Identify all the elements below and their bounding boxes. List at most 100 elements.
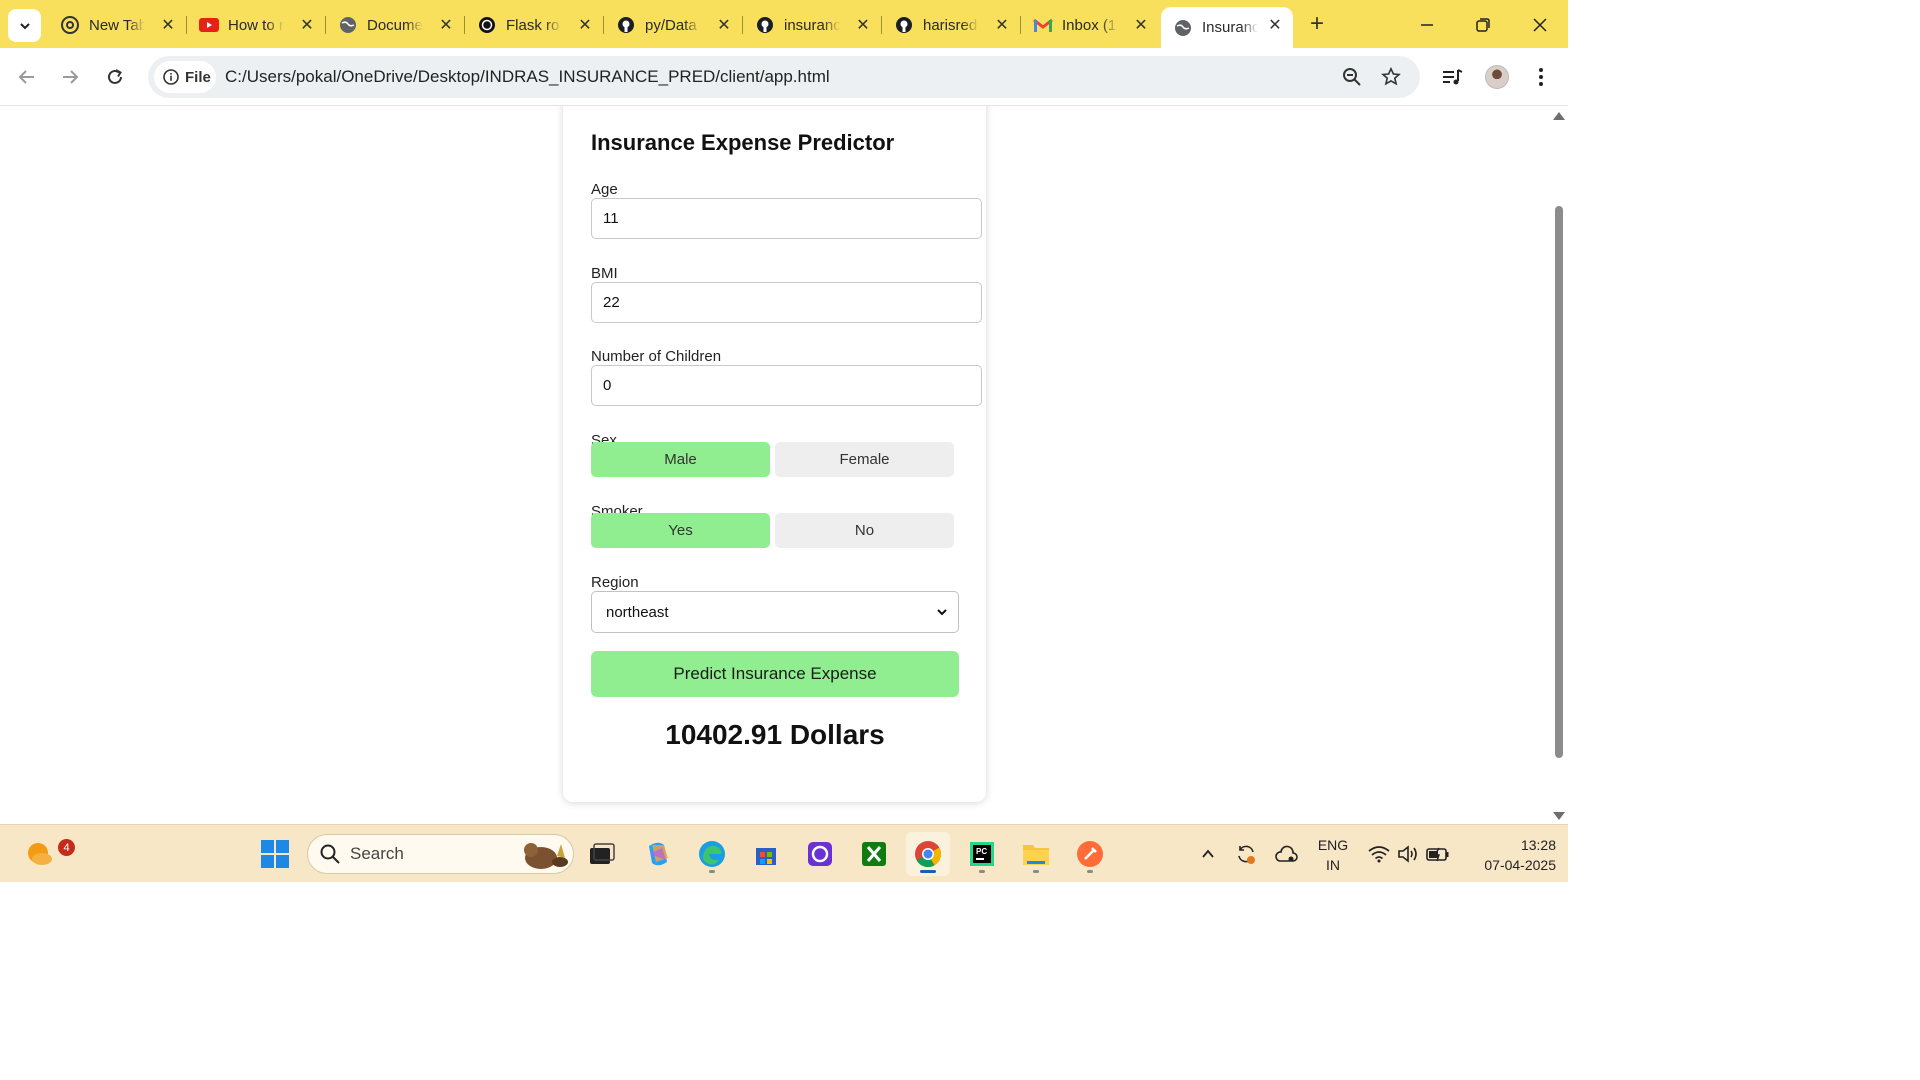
media-control-button[interactable]	[1438, 62, 1468, 92]
close-icon[interactable]: ✕	[714, 15, 734, 35]
onedrive-tray-button[interactable]	[1273, 841, 1299, 867]
weather-widget[interactable]: 4	[18, 831, 75, 875]
close-icon[interactable]: ✕	[158, 15, 178, 35]
chrome-icon	[915, 841, 942, 868]
battery-tray-button[interactable]	[1425, 841, 1451, 867]
file-explorer-button[interactable]	[1014, 832, 1058, 876]
clipchamp-icon	[808, 842, 832, 866]
postman-icon	[1077, 841, 1103, 867]
copilot-button[interactable]	[636, 832, 680, 876]
scroll-up-arrow[interactable]	[1553, 112, 1565, 120]
close-window-button[interactable]	[1520, 10, 1560, 40]
edge-icon	[699, 841, 725, 867]
close-icon[interactable]: ✕	[1131, 15, 1151, 35]
svg-text:PC: PC	[976, 847, 987, 856]
pycharm-icon: PC	[970, 842, 994, 866]
bookmark-button[interactable]	[1379, 65, 1403, 89]
search-label: Search	[350, 844, 404, 863]
page-viewport: Insurance Expense Predictor Age BMI Numb…	[0, 106, 1568, 824]
close-icon	[1533, 18, 1547, 32]
smoker-yes-button[interactable]: Yes	[591, 513, 770, 548]
site-info-chip[interactable]: File	[154, 61, 216, 93]
tab-github-pydata[interactable]: py/Data ✕	[604, 7, 743, 43]
tab-title: New Tab	[89, 16, 145, 34]
restore-button[interactable]	[1463, 10, 1503, 40]
tab-youtube[interactable]: How to r ✕	[187, 7, 326, 43]
task-view-button[interactable]	[580, 832, 624, 876]
region-select[interactable]: northeast	[591, 591, 959, 633]
github-icon	[616, 15, 636, 35]
arrow-right-icon	[63, 70, 79, 84]
new-tab-button[interactable]: +	[1304, 12, 1330, 38]
tab-search-button[interactable]	[8, 9, 41, 42]
globe-icon	[338, 15, 358, 35]
windows-icon	[261, 840, 289, 868]
tab-flask[interactable]: Flask ro ✕	[465, 7, 604, 43]
sex-male-button[interactable]: Male	[591, 442, 770, 477]
sync-icon	[1238, 845, 1255, 864]
smoker-no-button[interactable]: No	[775, 513, 954, 548]
language-indicator[interactable]: ENG IN	[1314, 835, 1352, 875]
tab-title: harisred	[923, 16, 978, 34]
tab-strip: New Tab ✕ How to r ✕ Docume ✕ Flask ro ✕…	[0, 0, 1568, 48]
xbox-icon	[862, 842, 886, 866]
close-icon[interactable]: ✕	[853, 15, 873, 35]
close-icon[interactable]: ✕	[992, 15, 1012, 35]
taskbar-clock[interactable]: 13:28 07-04-2025	[1460, 835, 1556, 875]
tab-title: Docume	[367, 16, 423, 34]
predict-button[interactable]: Predict Insurance Expense	[591, 651, 959, 697]
zoom-button[interactable]	[1340, 65, 1364, 89]
chevron-down-icon	[19, 22, 30, 29]
tab-gmail[interactable]: Inbox (1 ✕	[1021, 7, 1159, 43]
tab-github-harisred[interactable]: harisred ✕	[882, 7, 1021, 43]
back-button[interactable]	[12, 62, 42, 92]
page-scrollbar[interactable]	[1551, 106, 1568, 824]
close-icon[interactable]: ✕	[436, 15, 456, 35]
chrome-taskbar-button[interactable]	[906, 832, 950, 876]
tab-insurance-active[interactable]: Insuranc ✕	[1161, 7, 1293, 48]
wifi-tray-button[interactable]	[1366, 841, 1392, 867]
tab-title: insuranc	[784, 16, 840, 34]
close-icon[interactable]: ✕	[1265, 15, 1285, 35]
chevron-up-icon	[1202, 849, 1214, 858]
profile-button[interactable]	[1482, 62, 1512, 92]
pycharm-button[interactable]: PC	[960, 832, 1004, 876]
show-hidden-icons-button[interactable]	[1195, 841, 1221, 867]
battery-charging-icon	[1426, 847, 1449, 862]
forward-button[interactable]	[55, 62, 85, 92]
taskbar-search[interactable]: Search	[307, 834, 574, 874]
close-icon[interactable]: ✕	[575, 15, 595, 35]
xbox-button[interactable]	[852, 832, 896, 876]
sync-tray-button[interactable]	[1233, 841, 1259, 867]
tab-title: How to r	[228, 16, 284, 34]
tab-title: Flask ro	[506, 16, 560, 34]
tab-title: Insuranc	[1202, 19, 1258, 36]
github-icon	[894, 15, 914, 35]
age-input[interactable]	[591, 198, 982, 239]
close-icon[interactable]: ✕	[297, 15, 317, 35]
edge-button[interactable]	[690, 832, 734, 876]
page-title: Insurance Expense Predictor	[591, 130, 895, 155]
minimize-button[interactable]	[1407, 10, 1447, 40]
tab-new-tab[interactable]: New Tab ✕	[48, 7, 187, 43]
openai-icon	[477, 15, 497, 35]
children-input[interactable]	[591, 365, 982, 406]
bmi-input[interactable]	[591, 282, 982, 323]
clipchamp-button[interactable]	[798, 832, 842, 876]
tab-document[interactable]: Docume ✕	[326, 7, 465, 43]
minimize-icon	[1421, 24, 1433, 26]
store-button[interactable]	[744, 832, 788, 876]
menu-button[interactable]	[1526, 62, 1556, 92]
scroll-down-arrow[interactable]	[1553, 812, 1565, 820]
sex-female-button[interactable]: Female	[775, 442, 954, 477]
chrome-icon	[60, 15, 80, 35]
address-bar[interactable]: File C:/Users/pokal/OneDrive/Desktop/IND…	[148, 56, 1420, 98]
start-button[interactable]	[253, 832, 297, 876]
reload-button[interactable]	[100, 62, 130, 92]
postman-button[interactable]	[1068, 832, 1112, 876]
tab-github-insurance[interactable]: insuranc ✕	[743, 7, 882, 43]
media-queue-icon	[1443, 69, 1463, 85]
volume-tray-button[interactable]	[1395, 841, 1421, 867]
url-text[interactable]: C:/Users/pokal/OneDrive/Desktop/INDRAS_I…	[225, 67, 830, 87]
scroll-thumb[interactable]	[1555, 206, 1563, 758]
